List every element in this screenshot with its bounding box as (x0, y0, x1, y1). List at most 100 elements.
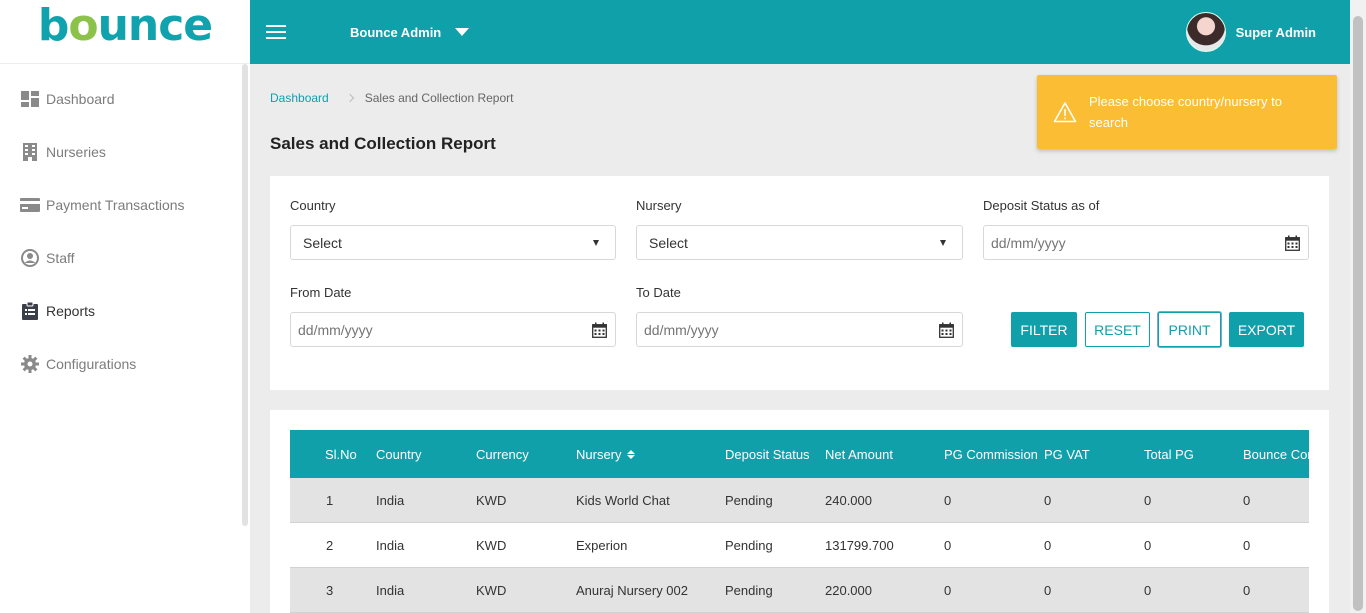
table-cell: Experion (576, 537, 628, 553)
column-header: Net Amount (825, 446, 893, 462)
column-header: Deposit Status (725, 446, 810, 462)
reset-button[interactable]: RESET (1085, 312, 1150, 347)
column-header: Currency (476, 446, 529, 462)
table-cell: 1 (326, 492, 334, 508)
menu-toggle-icon[interactable] (266, 25, 286, 39)
column-header: Total PG (1144, 446, 1194, 462)
table-cell: Pending (725, 582, 773, 598)
chevron-down-icon (455, 28, 470, 36)
table-cell: 0 (1243, 492, 1251, 508)
table-row[interactable]: 1 India KWD Kids World Chat Pending 240.… (290, 478, 1309, 523)
filter-button[interactable]: FILTER (1011, 312, 1077, 347)
report-table: Sl.No Country Currency Nursery Deposit S… (290, 430, 1309, 613)
deposit-status-date-input[interactable]: dd/mm/yyyy (983, 225, 1309, 260)
user-name: Super Admin (1235, 24, 1316, 40)
table-cell: 0 (1243, 537, 1251, 553)
sidebar-item-label: Dashboard (46, 90, 115, 107)
table-cell: 0 (1044, 582, 1052, 598)
org-selector[interactable]: Bounce Admin (350, 24, 470, 40)
scrollbar-thumb[interactable] (1353, 16, 1363, 611)
page-scrollbar[interactable] (1350, 0, 1366, 613)
deposit-status-label: Deposit Status as of (983, 198, 1100, 213)
dropdown-arrow-icon (940, 240, 946, 246)
table-cell: 0 (1044, 537, 1052, 553)
table-cell: 0 (944, 582, 952, 598)
table-cell: KWD (476, 492, 507, 508)
bounce-logo: bounce (37, 0, 213, 51)
sidebar-item-staff[interactable]: Staff (0, 231, 250, 284)
table-cell: India (376, 492, 405, 508)
column-header: PG Commission (944, 446, 1038, 462)
gear-icon (20, 354, 40, 374)
table-cell: KWD (476, 537, 507, 553)
country-label: Country (290, 198, 336, 213)
column-header: Bounce Com (1243, 446, 1309, 462)
table-cell: Kids World Chat (576, 492, 670, 508)
avatar (1185, 12, 1226, 52)
column-header: PG VAT (1044, 446, 1090, 462)
user-menu[interactable]: Super Admin (1185, 12, 1316, 52)
toast-message: Please choose country/nursery to search (1089, 94, 1282, 130)
sidebar-scrollbar[interactable] (242, 64, 248, 526)
to-date-input[interactable]: dd/mm/yyyy (636, 312, 963, 347)
nursery-select[interactable]: Select (636, 225, 963, 260)
table-cell: 220.000 (825, 582, 872, 598)
date-placeholder: dd/mm/yyyy (644, 321, 719, 338)
sidebar-item-dashboard[interactable]: Dashboard (0, 72, 250, 125)
table-cell: 0 (1144, 537, 1152, 553)
table-row[interactable]: 3 India KWD Anuraj Nursery 002 Pending 2… (290, 568, 1309, 613)
print-button[interactable]: PRINT (1158, 312, 1221, 347)
calendar-icon[interactable] (1285, 235, 1300, 251)
sort-icon[interactable] (626, 449, 635, 459)
sidebar-item-nurseries[interactable]: Nurseries (0, 125, 250, 178)
sidebar-item-reports[interactable]: Reports (0, 284, 250, 337)
table-cell: Anuraj Nursery 002 (576, 582, 688, 598)
from-date-input[interactable]: dd/mm/yyyy (290, 312, 616, 347)
top-header: Bounce Admin Super Admin (250, 0, 1350, 64)
table-cell: 3 (326, 582, 334, 598)
column-header: Sl.No (325, 446, 357, 462)
country-select[interactable]: Select (290, 225, 616, 260)
logo[interactable]: bounce (0, 0, 250, 64)
sidebar-item-label: Nurseries (46, 143, 106, 160)
calendar-icon[interactable] (939, 322, 954, 338)
table-cell: KWD (476, 582, 507, 598)
table-cell: Pending (725, 492, 773, 508)
sidebar-nav: Dashboard Nurseries Payment Transactions… (0, 64, 250, 390)
table-cell: 0 (1144, 492, 1152, 508)
table-cell: Pending (725, 537, 773, 553)
column-header-nursery[interactable]: Nursery (576, 430, 635, 478)
sidebar-item-configurations[interactable]: Configurations (0, 337, 250, 390)
table-cell: 2 (326, 537, 334, 553)
clipboard-icon (20, 301, 40, 321)
date-placeholder: dd/mm/yyyy (991, 234, 1066, 251)
sidebar-item-label: Configurations (46, 355, 137, 372)
filter-card: Country Select Nursery Select Deposit St… (270, 176, 1329, 390)
table-cell: India (376, 537, 405, 553)
calendar-icon[interactable] (592, 322, 607, 338)
country-select-value: Select (303, 234, 342, 251)
table-cell: 0 (944, 492, 952, 508)
table-row[interactable]: 2 India KWD Experion Pending 131799.700 … (290, 523, 1309, 568)
table-cell: 0 (944, 537, 952, 553)
export-button[interactable]: EXPORT (1229, 312, 1304, 347)
sidebar-item-payment-transactions[interactable]: Payment Transactions (0, 178, 250, 231)
warning-toast[interactable]: Please choose country/nursery to search (1037, 75, 1337, 149)
chevron-right-icon (345, 93, 354, 103)
breadcrumb: Dashboard Sales and Collection Report (270, 91, 513, 105)
table-cell: 131799.700 (825, 537, 894, 553)
credit-card-icon (20, 195, 40, 215)
org-name: Bounce Admin (350, 24, 442, 40)
table-cell: 0 (1044, 492, 1052, 508)
sidebar-item-label: Payment Transactions (46, 196, 185, 213)
table-cell: 240.000 (825, 492, 872, 508)
table-cell: 0 (1144, 582, 1152, 598)
column-header: Country (376, 446, 422, 462)
dashboard-icon (20, 89, 40, 109)
sidebar: bounce Dashboard Nurseries Payment Trans… (0, 0, 250, 613)
table-cell: India (376, 582, 405, 598)
page-title: Sales and Collection Report (270, 134, 496, 153)
breadcrumb-home-link[interactable]: Dashboard (270, 91, 329, 105)
nursery-label: Nursery (636, 198, 682, 213)
date-placeholder: dd/mm/yyyy (298, 321, 373, 338)
